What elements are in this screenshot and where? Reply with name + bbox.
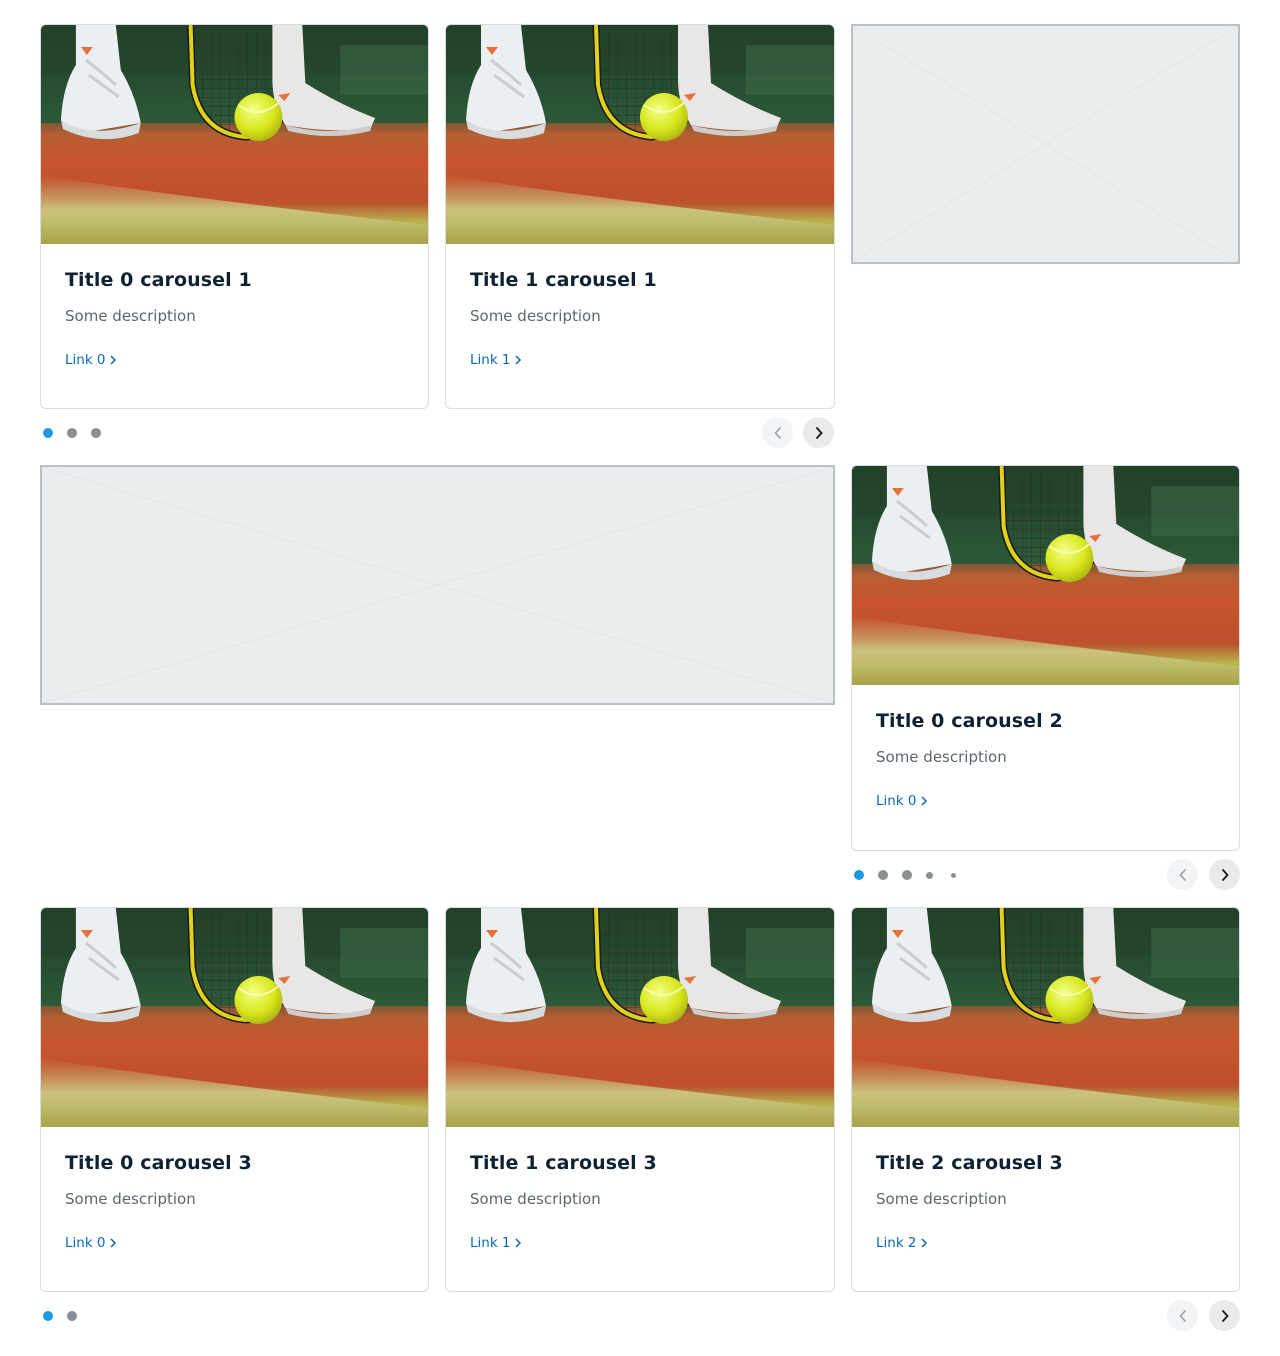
pagination-dot[interactable]: [91, 428, 101, 438]
card-link[interactable]: Link 0: [65, 1235, 117, 1251]
chevron-right-icon: [815, 426, 823, 439]
card-link[interactable]: Link 1: [470, 352, 522, 368]
chevron-right-small-icon: [110, 355, 116, 365]
pagination-dot[interactable]: [43, 428, 53, 438]
image-placeholder: [851, 24, 1240, 264]
card-title: Title 0 carousel 2: [876, 710, 1063, 732]
card-image: [41, 908, 428, 1127]
placeholder-cross-icon: [42, 467, 833, 703]
card-link[interactable]: Link 2: [876, 1235, 928, 1251]
card-link-label: Link 1: [470, 352, 511, 368]
card-description: Some description: [65, 1190, 196, 1208]
card-link[interactable]: Link 0: [876, 793, 928, 809]
card-link[interactable]: Link 0: [65, 352, 117, 368]
chevron-right-small-icon: [921, 796, 927, 806]
card-link-label: Link 1: [470, 1235, 511, 1251]
carousel-card[interactable]: Title 0 carousel 3 Some description Link…: [40, 907, 429, 1292]
card-description: Some description: [470, 307, 601, 325]
card-image: [852, 908, 1239, 1127]
chevron-right-icon: [1221, 868, 1229, 881]
image-placeholder: [40, 465, 835, 705]
chevron-right-small-icon: [921, 1238, 927, 1248]
carousel-pagination: [43, 428, 115, 438]
card-image: [852, 466, 1239, 685]
carousel-card[interactable]: Title 0 carousel 1 Some description Link…: [40, 24, 429, 409]
chevron-left-icon: [1178, 1309, 1186, 1322]
card-title: Title 0 carousel 1: [65, 269, 252, 291]
card-link-label: Link 0: [65, 1235, 106, 1251]
carousel-card[interactable]: Title 1 carousel 3 Some description Link…: [445, 907, 835, 1292]
chevron-right-small-icon: [515, 355, 521, 365]
card-image: [446, 25, 834, 244]
pagination-dot[interactable]: [926, 871, 933, 879]
next-button[interactable]: [1209, 859, 1240, 890]
carousel-card[interactable]: Title 0 carousel 2 Some description Link…: [851, 465, 1240, 851]
chevron-right-small-icon: [110, 1238, 116, 1248]
card-image: [446, 908, 834, 1127]
card-image: [41, 25, 428, 244]
card-title: Title 0 carousel 3: [65, 1152, 252, 1174]
carousel-pagination: [854, 870, 970, 880]
card-title: Title 1 carousel 1: [470, 269, 657, 291]
card-link-label: Link 2: [876, 1235, 917, 1251]
pagination-dot[interactable]: [67, 428, 77, 438]
chevron-left-icon: [1178, 868, 1186, 881]
pagination-dot[interactable]: [67, 1311, 77, 1321]
previous-button[interactable]: [1167, 859, 1198, 890]
chevron-right-small-icon: [515, 1238, 521, 1248]
pagination-dot[interactable]: [878, 870, 888, 880]
card-description: Some description: [65, 307, 196, 325]
pagination-dot[interactable]: [854, 870, 864, 880]
card-description: Some description: [470, 1190, 601, 1208]
pagination-dot[interactable]: [902, 870, 912, 880]
chevron-left-icon: [773, 426, 781, 439]
next-button[interactable]: [803, 417, 834, 448]
carousel-card[interactable]: Title 2 carousel 3 Some description Link…: [851, 907, 1240, 1292]
previous-button[interactable]: [1167, 1300, 1198, 1331]
carousel-pagination: [43, 1311, 91, 1321]
card-title: Title 1 carousel 3: [470, 1152, 657, 1174]
chevron-right-icon: [1221, 1309, 1229, 1322]
card-title: Title 2 carousel 3: [876, 1152, 1063, 1174]
placeholder-cross-icon: [853, 26, 1238, 262]
card-link[interactable]: Link 1: [470, 1235, 522, 1251]
card-description: Some description: [876, 748, 1007, 766]
next-button[interactable]: [1209, 1300, 1240, 1331]
pagination-dot[interactable]: [43, 1311, 53, 1321]
pagination-dot[interactable]: [951, 872, 956, 878]
card-link-label: Link 0: [65, 352, 106, 368]
carousel-card[interactable]: Title 1 carousel 1 Some description Link…: [445, 24, 835, 409]
card-link-label: Link 0: [876, 793, 917, 809]
previous-button[interactable]: [762, 417, 793, 448]
card-description: Some description: [876, 1190, 1007, 1208]
